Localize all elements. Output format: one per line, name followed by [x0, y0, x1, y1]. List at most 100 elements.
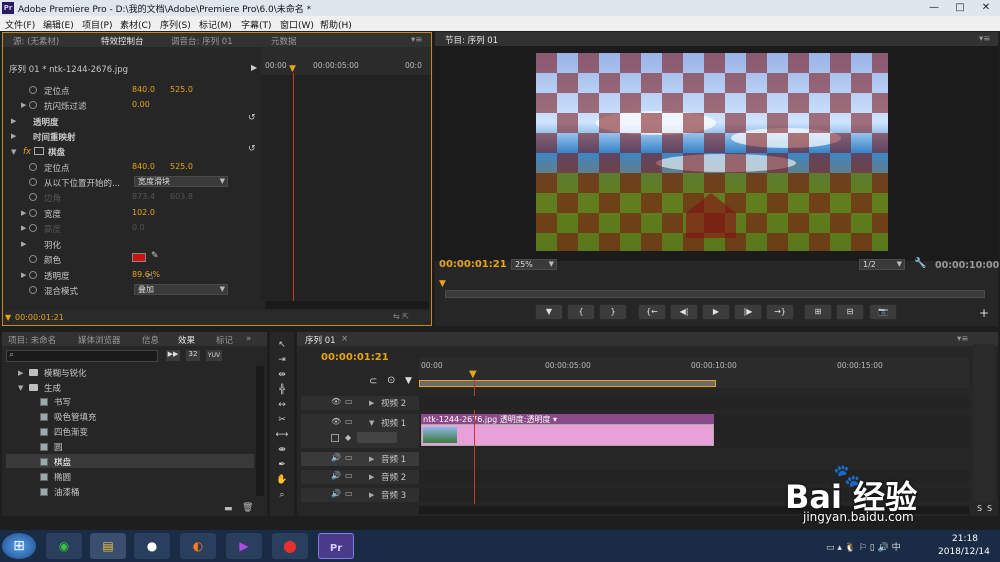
effect-controls-ruler[interactable]: 00:00 00:00:05:00 00:0 ▼ — [261, 47, 431, 75]
close-button[interactable]: ✕ — [972, 0, 1000, 16]
anti-flicker-value[interactable]: 0.00 — [132, 100, 150, 109]
timeline-ruler[interactable]: 00:00 00:00:05:00 00:00:10:00 00:00:15:0… — [419, 358, 969, 388]
tab-audio-mixer[interactable]: 调音台: 序列 01 — [171, 35, 233, 47]
expand-triangle-icon[interactable]: ▶ — [21, 240, 26, 248]
tab-info[interactable]: 信息 — [142, 334, 159, 346]
step-back-button[interactable]: ◀| — [670, 304, 698, 320]
tree-item-write-on[interactable]: 书写 — [54, 396, 71, 408]
taskbar-qq-icon[interactable]: ● — [134, 533, 170, 559]
stopwatch-icon[interactable] — [29, 224, 37, 232]
close-tab-icon[interactable]: × — [341, 334, 348, 344]
footer-icons[interactable]: ⇆ ⇱ — [393, 312, 409, 321]
eye-icon[interactable]: 👁 — [331, 417, 341, 426]
keyframe-nav-buttons[interactable] — [357, 432, 397, 443]
stopwatch-icon[interactable] — [29, 255, 37, 263]
work-area-bar[interactable] — [419, 380, 716, 387]
yuv-effects-icon[interactable]: YUV — [206, 350, 222, 361]
tree-item-generate[interactable]: 生成 — [44, 382, 61, 394]
zoom-tool-icon[interactable]: ⌕ — [275, 490, 289, 502]
video-clip[interactable] — [421, 424, 714, 446]
display-style-icon[interactable] — [331, 434, 339, 442]
ripple-edit-tool-icon[interactable]: ⇹ — [275, 370, 289, 382]
tab-effect-controls[interactable]: 特效控制台 — [101, 35, 144, 47]
program-timecode[interactable]: 00:00:01:21 — [439, 259, 507, 270]
expand-triangle-icon[interactable]: ▶ — [18, 369, 23, 377]
tab-source[interactable]: 源: (无素材) — [13, 35, 59, 47]
go-to-out-button[interactable]: →} — [766, 304, 794, 320]
taskbar-firefox-icon[interactable]: ◐ — [180, 533, 216, 559]
expand-triangle-icon[interactable]: ▶ — [11, 132, 16, 140]
tree-item-ellipse[interactable]: 椭圆 — [54, 471, 71, 483]
play-triangle-icon[interactable]: ▶ — [251, 63, 257, 72]
play-button[interactable]: ▶ — [702, 304, 730, 320]
trash-icon[interactable]: 🗑 — [242, 503, 253, 513]
tab-sequence-01[interactable]: 序列 01 — [305, 334, 336, 346]
eyedropper-icon[interactable]: ✎ — [151, 251, 159, 261]
tree-item-4-color-gradient[interactable]: 四色渐变 — [54, 426, 88, 438]
expand-triangle-icon[interactable]: ▶ — [11, 117, 16, 125]
fx-icon[interactable]: fx — [23, 147, 31, 157]
go-to-in-button[interactable]: {← — [638, 304, 666, 320]
tab-effects[interactable]: 效果 — [178, 334, 195, 346]
tab-project[interactable]: 项目: 未命名 — [8, 334, 56, 346]
slide-tool-icon[interactable]: ⇼ — [275, 445, 289, 457]
size-from-dropdown[interactable]: 宽度滑块 ▼ — [134, 176, 228, 187]
resolution-dropdown[interactable]: 1/2 ▼ — [859, 259, 905, 270]
menu-file[interactable]: 文件(F) — [5, 18, 35, 31]
expand-triangle-icon[interactable]: ▶ — [21, 209, 26, 217]
effect-checkerboard[interactable]: 棋盘 — [48, 146, 65, 158]
program-zoom-bar[interactable] — [445, 290, 985, 298]
expand-triangle-icon[interactable]: ▶ — [369, 491, 374, 499]
tab-markers[interactable]: 标记 — [216, 334, 233, 346]
extract-button[interactable]: ⊟ — [836, 304, 864, 320]
expand-triangle-icon[interactable]: ▶ — [369, 455, 374, 463]
anchor-y-value[interactable]: 525.0 — [170, 85, 193, 94]
taskbar-360-icon[interactable]: ◉ — [46, 533, 82, 559]
anchor-x-value[interactable]: 840.0 — [132, 85, 155, 94]
sync-lock-icon[interactable]: ▭ — [345, 453, 353, 462]
program-playhead-icon[interactable]: ▼ — [439, 279, 446, 289]
opacity-value[interactable]: 89.6 % — [132, 270, 160, 279]
mark-in-button[interactable]: { — [567, 304, 595, 320]
eye-icon[interactable]: 👁 — [331, 397, 341, 406]
stopwatch-icon[interactable] — [29, 286, 37, 294]
menu-sequence[interactable]: 序列(S) — [160, 18, 191, 31]
track-header-video-2[interactable]: 👁 ▭ ▶ 视频 2 — [301, 396, 419, 410]
sync-lock-icon[interactable]: ▭ — [345, 417, 353, 426]
track-header-audio-3[interactable]: 🔊 ▭ ▶ 音频 3 — [301, 488, 419, 502]
effect-opacity[interactable]: 透明度 — [33, 116, 59, 128]
zoom-dropdown[interactable]: 25% ▼ — [511, 259, 557, 270]
expand-triangle-icon[interactable]: ▶ — [21, 271, 26, 279]
sync-lock-icon[interactable]: ▭ — [345, 397, 353, 406]
system-tray-icons[interactable]: ▭ ▴ 🐧 ⚐ ▯ 🔊 中 — [826, 540, 901, 553]
taskbar-explorer-icon[interactable]: ▤ — [90, 533, 126, 559]
expand-triangle-icon[interactable]: ▶ — [21, 224, 26, 232]
track-header-audio-1[interactable]: 🔊 ▭ ▶ 音频 1 — [301, 452, 419, 466]
track-select-tool-icon[interactable]: ⇥ — [275, 355, 289, 367]
track-header-audio-2[interactable]: 🔊 ▭ ▶ 音频 2 — [301, 470, 419, 484]
timeline-playhead-icon[interactable]: ▼ — [469, 369, 477, 380]
panel-menu-icon[interactable]: ▾≡ — [957, 334, 968, 344]
rate-stretch-tool-icon[interactable]: ↔ — [275, 400, 289, 412]
hand-tool-icon[interactable]: ✋ — [275, 475, 289, 487]
stopwatch-icon[interactable] — [29, 86, 37, 94]
footer-playhead-icon[interactable]: ▼ — [5, 313, 11, 322]
export-frame-button[interactable]: 📷 — [869, 304, 897, 320]
selection-tool-icon[interactable]: ↖ — [275, 340, 289, 352]
start-button[interactable]: ⊞ — [2, 533, 36, 559]
speaker-icon[interactable]: 🔊 — [331, 489, 341, 498]
lift-button[interactable]: ⊞ — [804, 304, 832, 320]
linked-selection-icon[interactable]: ⊙ — [387, 375, 395, 386]
slip-tool-icon[interactable]: ⟷ — [275, 430, 289, 442]
stopwatch-icon[interactable] — [29, 101, 37, 109]
anchor2-x-value[interactable]: 840.0 — [132, 162, 155, 171]
add-marker-icon[interactable]: ▼ — [405, 376, 412, 386]
menu-marker[interactable]: 标记(M) — [199, 18, 232, 31]
width-value[interactable]: 102.0 — [132, 208, 155, 217]
reset-icon[interactable]: ↺ — [248, 113, 256, 123]
effects-search-input[interactable]: ⌕ — [6, 350, 158, 362]
new-bin-icon[interactable]: ▬ — [224, 504, 233, 514]
menu-edit[interactable]: 编辑(E) — [43, 18, 74, 31]
speaker-icon[interactable]: 🔊 — [331, 471, 341, 480]
color-swatch[interactable] — [132, 253, 146, 262]
